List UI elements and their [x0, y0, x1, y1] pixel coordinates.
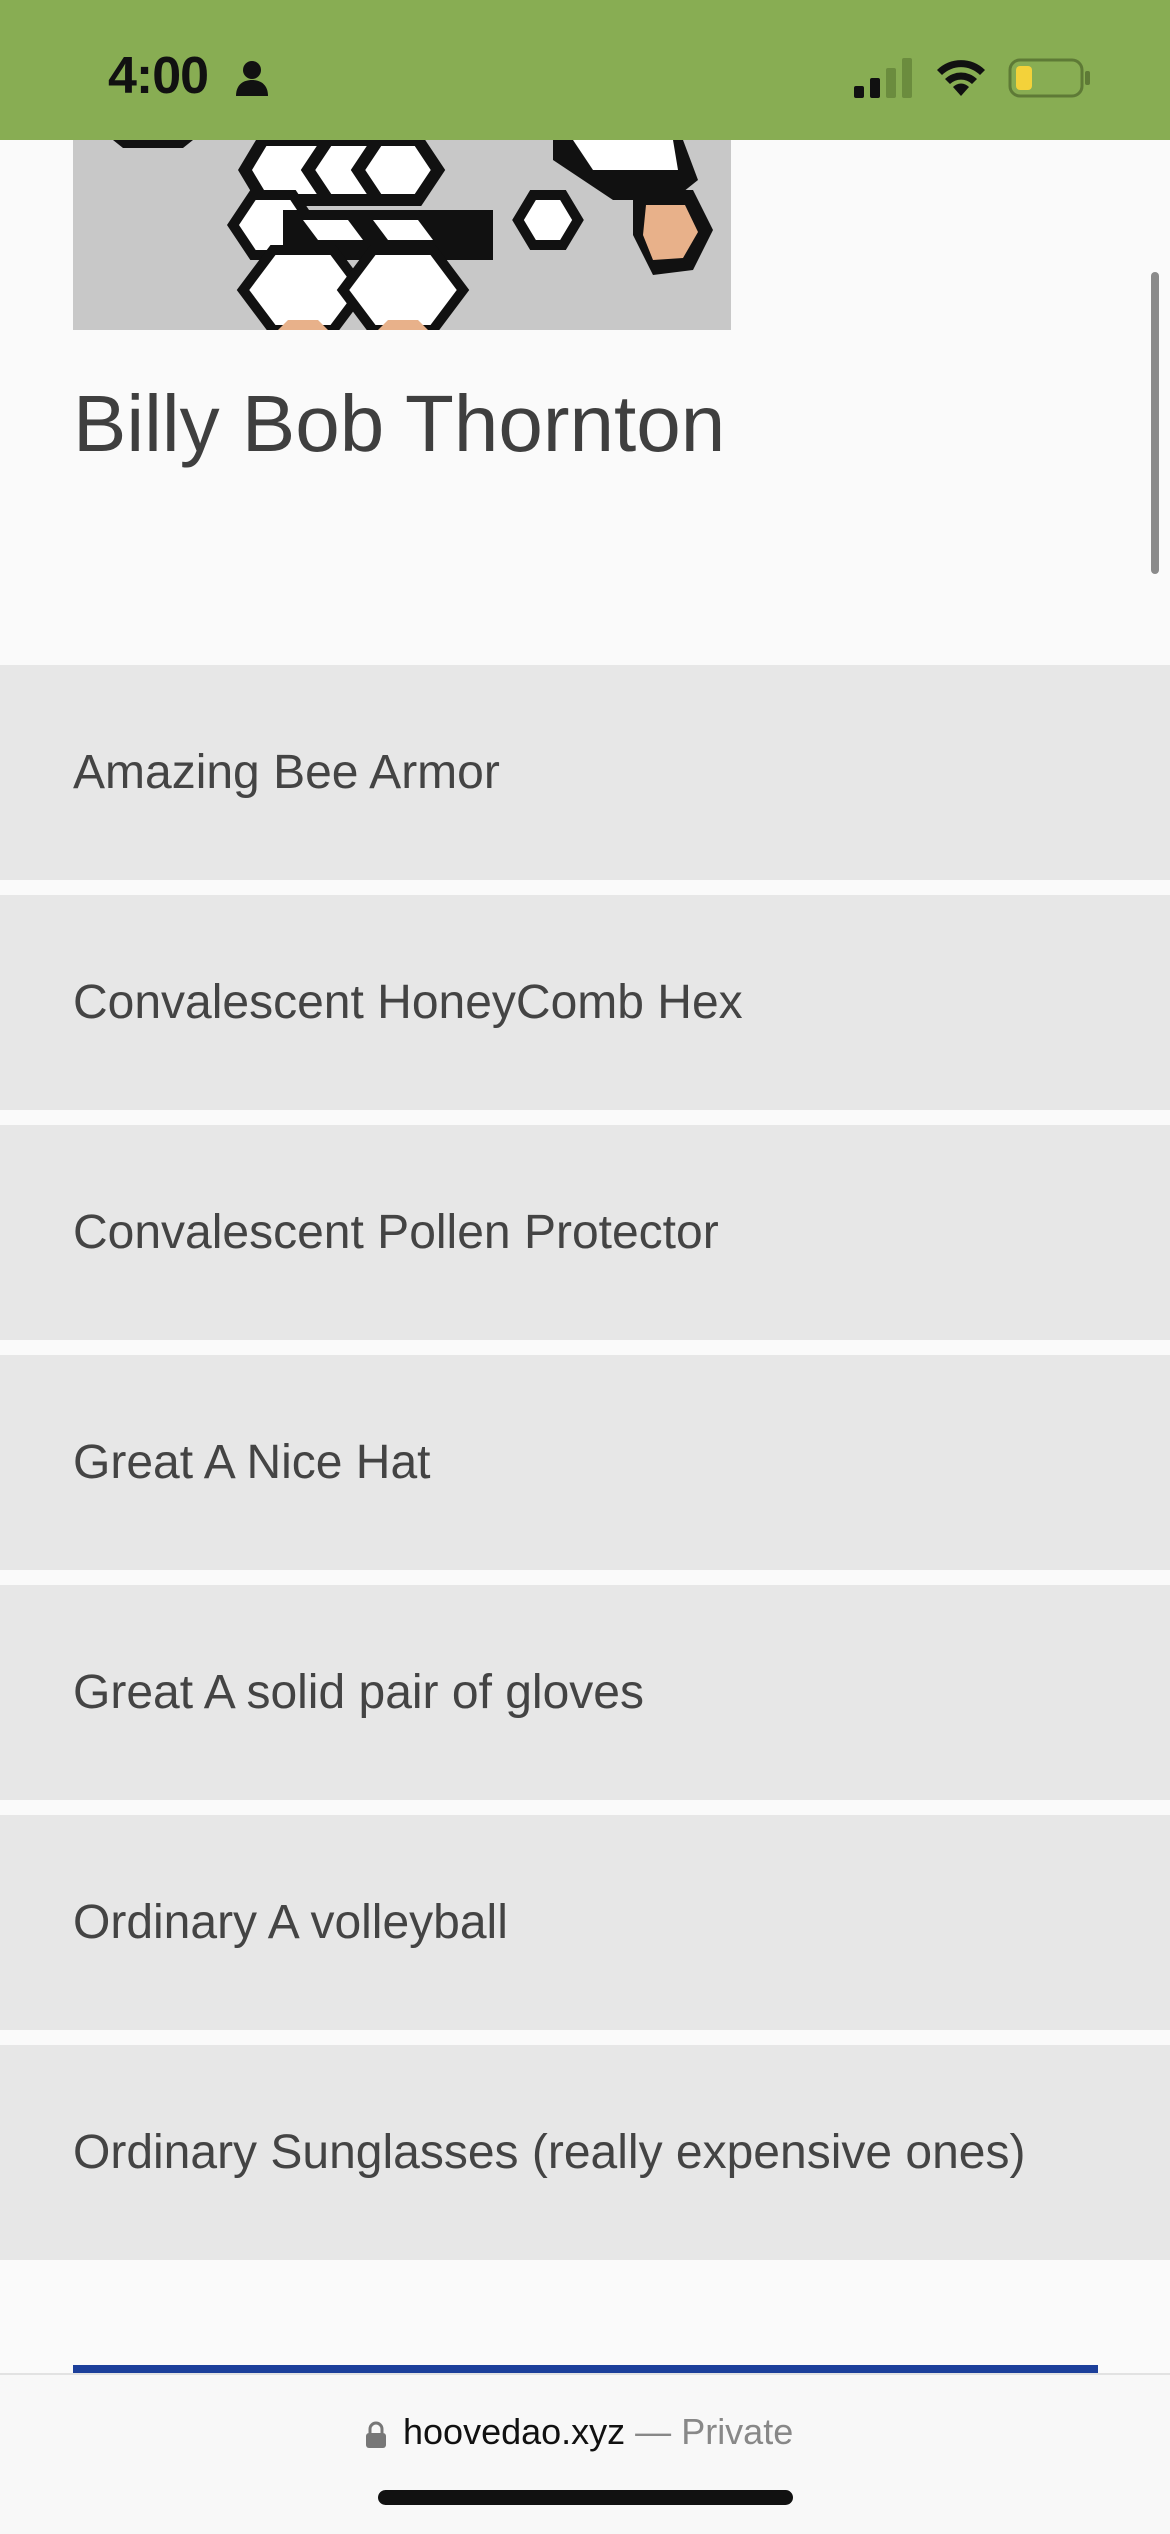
item-label: Great A Nice Hat	[73, 1436, 431, 1489]
status-time: 4:00	[108, 47, 209, 105]
list-item[interactable]: Great A Nice Hat	[0, 1355, 1170, 1570]
list-item[interactable]: Amazing Bee Armor	[0, 665, 1170, 880]
player-avatar	[73, 140, 731, 330]
status-bar: 4:00	[0, 0, 1170, 140]
url-bar[interactable]: hoovedao.xyz — Private	[0, 2373, 1170, 2534]
item-list: Amazing Bee Armor Convalescent HoneyComb…	[0, 665, 1170, 2275]
home-indicator[interactable]	[378, 2490, 793, 2505]
item-label: Amazing Bee Armor	[73, 746, 500, 799]
list-item[interactable]: Ordinary A volleyball	[0, 1815, 1170, 2030]
item-label: Ordinary Sunglasses (really expensive on…	[73, 2126, 1026, 2179]
url-text[interactable]: hoovedao.xyz — Private	[403, 2411, 793, 2453]
scroll-indicator[interactable]	[1151, 272, 1159, 574]
item-label: Convalescent HoneyComb Hex	[73, 976, 743, 1029]
item-label: Ordinary A volleyball	[73, 1896, 508, 1949]
player-name: Billy Bob Thornton	[73, 379, 726, 468]
person-icon	[236, 61, 268, 96]
list-item[interactable]: Convalescent Pollen Protector	[0, 1125, 1170, 1340]
list-item[interactable]: Ordinary Sunglasses (really expensive on…	[0, 2045, 1170, 2260]
wifi-icon	[937, 60, 985, 96]
battery-icon	[1008, 58, 1090, 98]
item-label: Great A solid pair of gloves	[73, 1666, 644, 1719]
signal-icon	[854, 58, 912, 98]
url-domain: hoovedao.xyz	[403, 2411, 626, 2452]
list-item[interactable]: Convalescent HoneyComb Hex	[0, 895, 1170, 1110]
list-item[interactable]: Great A solid pair of gloves	[0, 1585, 1170, 1800]
item-label: Convalescent Pollen Protector	[73, 1206, 719, 1259]
url-private-label: Private	[681, 2411, 794, 2452]
lock-icon	[366, 2421, 386, 2448]
url-separator: —	[635, 2411, 672, 2452]
